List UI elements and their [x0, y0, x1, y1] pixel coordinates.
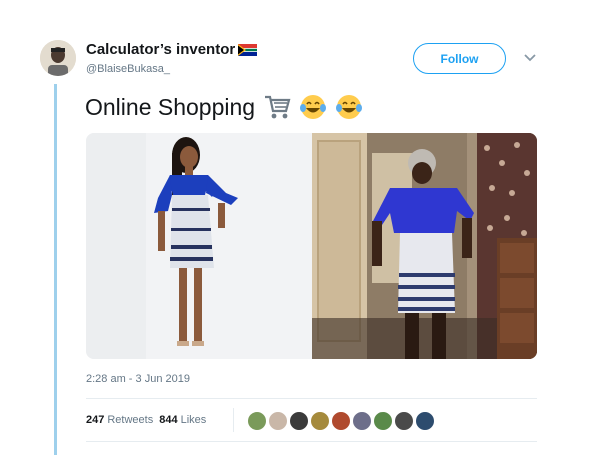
liker-avatar[interactable] — [288, 410, 310, 432]
chevron-down-icon[interactable] — [523, 52, 537, 64]
tweet-media[interactable] — [86, 133, 537, 359]
liker-avatar[interactable] — [414, 410, 436, 432]
tweet-text-content: Online Shopping — [85, 93, 256, 120]
divider — [86, 398, 537, 399]
media-image-left[interactable] — [86, 133, 312, 359]
liker-avatars[interactable] — [246, 410, 436, 432]
retweets-stat[interactable]: 247 Retweets — [86, 414, 153, 426]
retweets-count[interactable]: 247 — [86, 414, 104, 426]
media-image-right[interactable] — [312, 133, 537, 359]
tweet-stats: 247 Retweets 844 Likes — [86, 414, 206, 426]
divider — [86, 441, 537, 442]
stats-separator — [233, 408, 234, 432]
user-handle[interactable]: @BlaiseBukasa_ — [86, 63, 170, 75]
likes-stat[interactable]: 844 Likes — [159, 414, 206, 426]
display-name-text[interactable]: Calculator’s inventor — [86, 41, 235, 58]
likes-label[interactable]: Likes — [181, 414, 207, 426]
face-with-tears-of-joy-icon — [336, 95, 363, 119]
liker-avatar[interactable] — [372, 410, 394, 432]
display-name[interactable]: Calculator’s inventor — [86, 41, 258, 58]
tweet-timestamp[interactable]: 2:28 am - 3 Jun 2019 — [86, 373, 190, 385]
liker-avatar[interactable] — [309, 410, 331, 432]
avatar[interactable] — [40, 40, 76, 76]
face-with-tears-of-joy-icon — [300, 95, 327, 119]
south-africa-flag-icon — [238, 43, 258, 56]
shopping-cart-icon — [265, 95, 291, 119]
likes-count[interactable]: 844 — [159, 414, 177, 426]
liker-avatar[interactable] — [330, 410, 352, 432]
thread-line — [54, 84, 57, 455]
tweet-text: Online Shopping — [85, 93, 363, 121]
liker-avatar[interactable] — [267, 410, 289, 432]
retweets-label[interactable]: Retweets — [107, 414, 153, 426]
follow-button[interactable]: Follow — [413, 43, 506, 74]
liker-avatar[interactable] — [351, 410, 373, 432]
liker-avatar[interactable] — [393, 410, 415, 432]
liker-avatar[interactable] — [246, 410, 268, 432]
